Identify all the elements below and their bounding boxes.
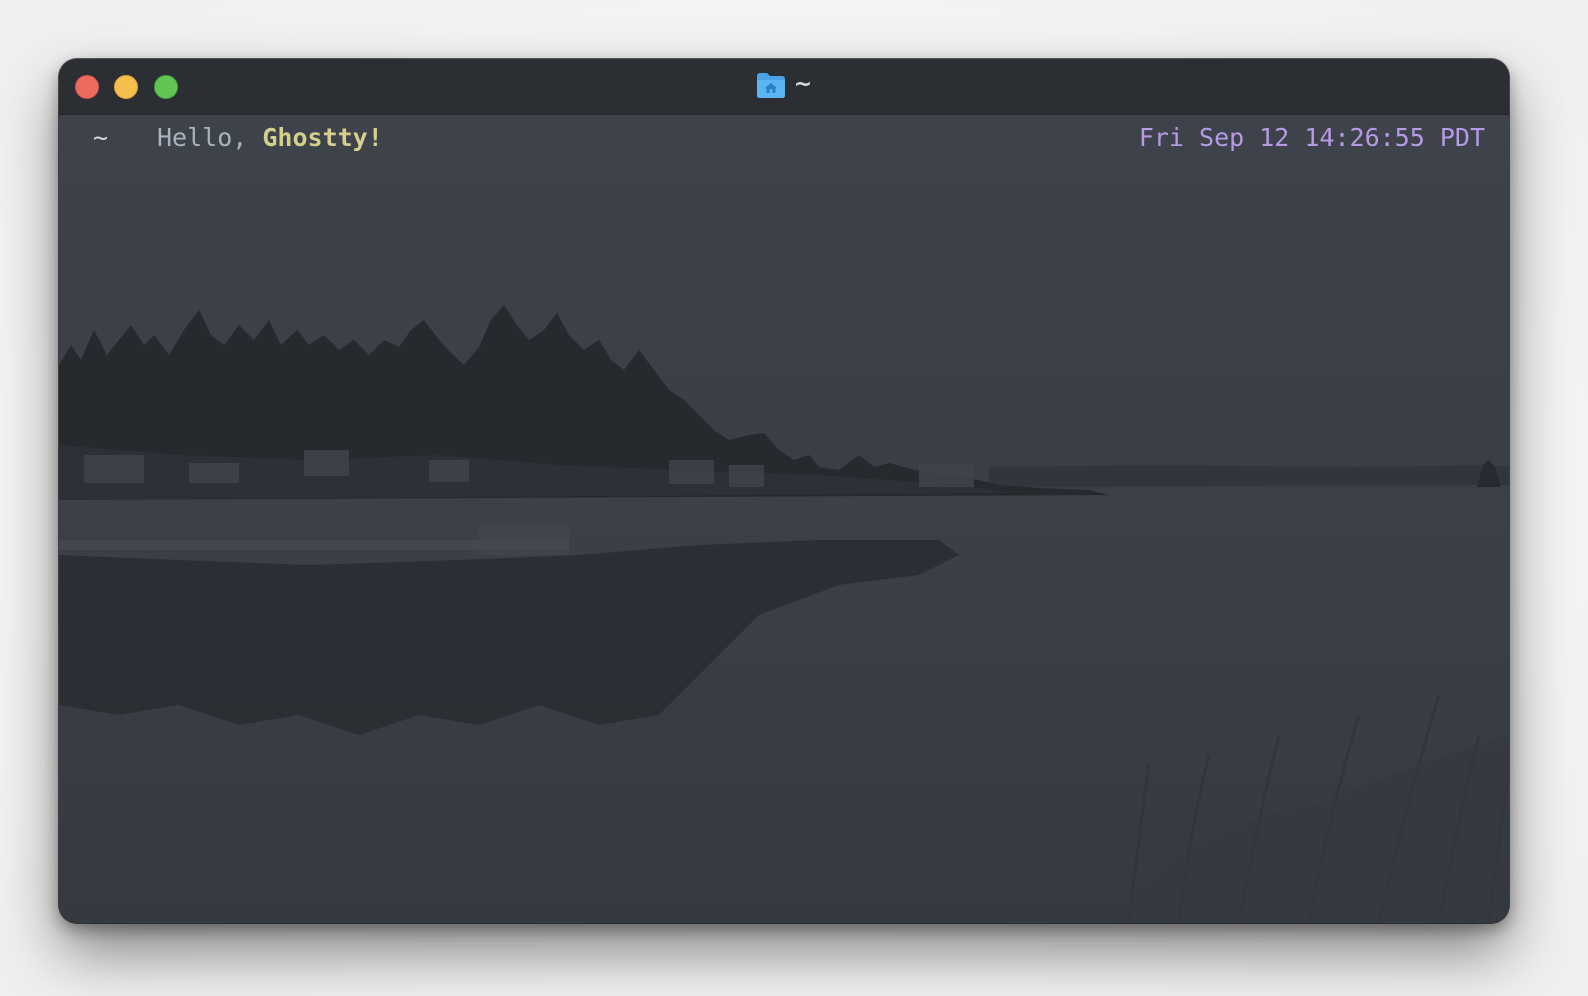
background-landscape (59, 115, 1509, 923)
desktop: ~ ~ Hello, Ghostty! Fri Sep 12 14:26:55 … (0, 0, 1588, 996)
terminal-window[interactable]: ~ ~ Hello, Ghostty! Fri Sep 12 14:26:55 … (59, 59, 1509, 923)
title-bar[interactable]: ~ (59, 59, 1509, 115)
greeting-prefix: Hello, (157, 123, 263, 152)
greeting-name: Ghostty! (262, 123, 383, 152)
greeting-text: Hello, Ghostty! (157, 121, 383, 155)
home-folder-icon (756, 73, 785, 98)
clock-text: Fri Sep 12 14:26:55 PDT (1138, 123, 1485, 152)
window-title: ~ (59, 71, 1509, 99)
terminal-line: ~ Hello, Ghostty! Fri Sep 12 14:26:55 PD… (59, 121, 1509, 155)
window-title-text: ~ (793, 72, 813, 97)
prompt-directory: ~ (93, 123, 109, 152)
terminal-content[interactable]: ~ Hello, Ghostty! Fri Sep 12 14:26:55 PD… (59, 115, 1509, 923)
